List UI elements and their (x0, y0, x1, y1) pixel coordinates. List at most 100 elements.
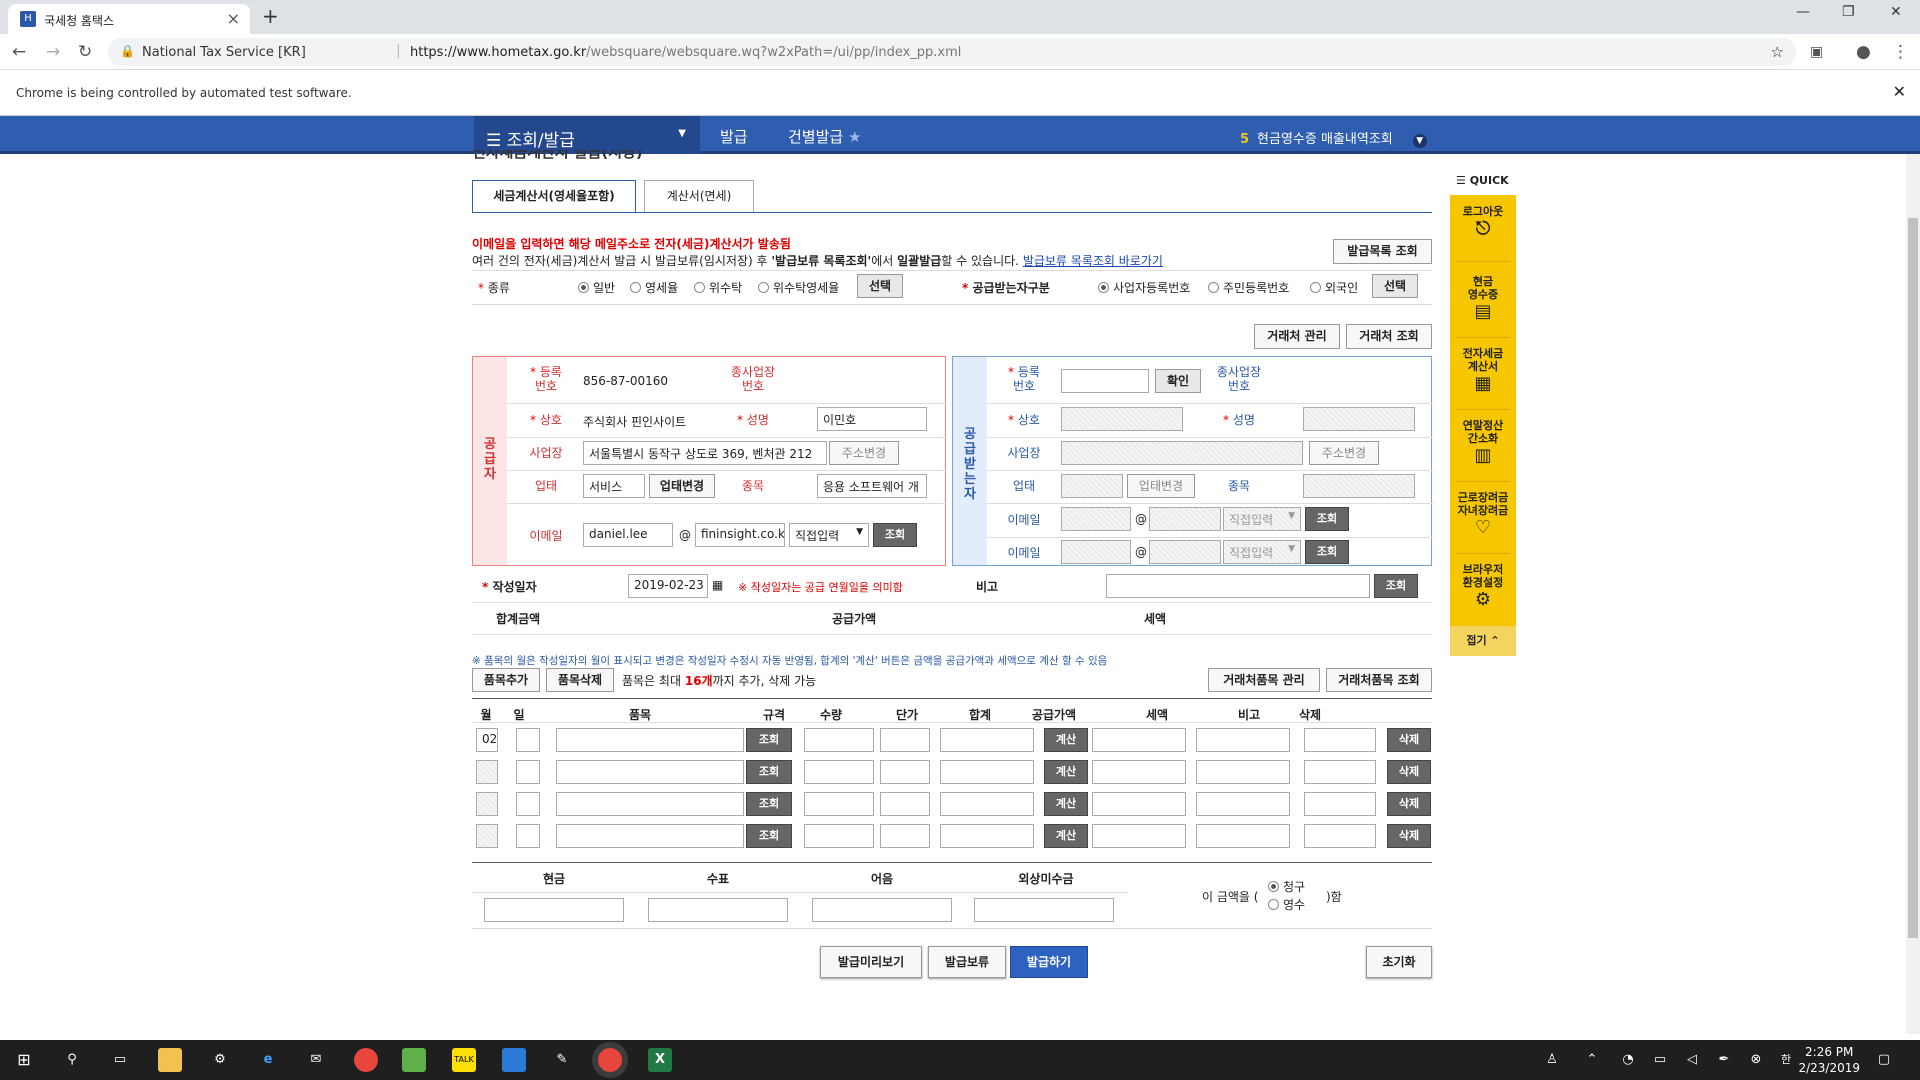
radio-receipt-icon[interactable] (1268, 899, 1279, 910)
item-day-input[interactable] (516, 792, 540, 816)
mail-icon[interactable]: ✉ (304, 1048, 328, 1072)
supplier-rep-input[interactable]: 이민호 (817, 407, 927, 431)
receiver-item-input[interactable] (1303, 474, 1415, 498)
receiver-addr-change-button[interactable]: 주소변경 (1309, 441, 1379, 465)
partner-manage-button[interactable]: 거래처 관리 (1254, 324, 1340, 349)
item-name-input[interactable] (556, 792, 744, 816)
item-remark-input[interactable] (1304, 824, 1376, 848)
radio-claim-icon[interactable] (1268, 881, 1279, 892)
vscode-icon[interactable] (502, 1048, 526, 1072)
battery-icon[interactable]: ▭ (1648, 1048, 1672, 1072)
forward-icon[interactable]: → (46, 42, 60, 62)
item-month-input[interactable]: 02 (476, 728, 498, 752)
recv-radio-resident[interactable]: 주민등록번호 (1208, 279, 1289, 296)
item-name-input[interactable] (556, 824, 744, 848)
item-day-input[interactable] (516, 728, 540, 752)
hold-list-link[interactable]: 발급보류 목록조회 바로가기 (1023, 254, 1163, 268)
item-remark-input[interactable] (1304, 760, 1376, 784)
item-calc-button[interactable]: 계산 (1044, 760, 1088, 784)
tray-chevron-icon[interactable]: ⌃ (1580, 1048, 1604, 1072)
receiver-name-input[interactable] (1061, 407, 1183, 431)
file-explorer-icon[interactable] (158, 1048, 182, 1072)
radio-general-icon[interactable] (578, 282, 589, 293)
item-spec-input[interactable] (804, 728, 874, 752)
receiver-email1-domain-input[interactable] (1149, 507, 1221, 531)
new-tab-icon[interactable]: + (262, 4, 279, 28)
tab-close-icon[interactable]: × (227, 9, 240, 28)
pay-credit-input[interactable] (974, 898, 1114, 922)
item-day-input[interactable] (516, 824, 540, 848)
item-delete-button[interactable]: 삭제 (1387, 728, 1431, 752)
kakaotalk-icon[interactable]: TALK (452, 1048, 476, 1072)
item-unit-price-input[interactable] (940, 728, 1034, 752)
supplier-biz-input[interactable]: 서비스 (583, 474, 645, 498)
quick-browser-settings[interactable]: 브라우저 환경설정 ⚙ (1450, 563, 1516, 609)
reset-button[interactable]: 초기화 (1366, 946, 1432, 978)
issue-hold-button[interactable]: 발급보류 (928, 946, 1006, 978)
minimize-icon[interactable]: — (1796, 4, 1810, 20)
item-tax-input[interactable] (1196, 728, 1290, 752)
type-radio-general[interactable]: 일반 (578, 279, 615, 296)
recv-select-button[interactable]: 선택 (1372, 274, 1418, 298)
recent-menu[interactable]: 5 현금영수증 매출내역조회 ▼ (1240, 128, 1427, 148)
item-unit-price-input[interactable] (940, 760, 1034, 784)
menu-kebab-icon[interactable]: ⋮ (1892, 42, 1909, 62)
restore-icon[interactable]: ❐ (1842, 4, 1855, 20)
reload-icon[interactable]: ↻ (78, 42, 92, 62)
partner-query-button[interactable]: 거래처 조회 (1346, 324, 1432, 349)
people-icon[interactable]: ♙ (1540, 1048, 1564, 1072)
receiver-email1-select[interactable]: 직접입력 ▼ (1223, 507, 1301, 531)
item-spec-input[interactable] (804, 792, 874, 816)
receiver-email1-id-input[interactable] (1061, 507, 1131, 531)
pay-cash-input[interactable] (484, 898, 624, 922)
quick-incentive[interactable]: 근로장려금 자녀장려금 ♡ (1450, 491, 1516, 537)
tab-invoice-exempt[interactable]: 계산서(면세) (644, 180, 754, 212)
item-calc-button[interactable]: 계산 (1044, 792, 1088, 816)
item-calc-button[interactable]: 계산 (1044, 824, 1088, 848)
item-name-input[interactable] (556, 728, 744, 752)
item-calc-button[interactable]: 계산 (1044, 728, 1088, 752)
type-select-button[interactable]: 선택 (857, 274, 903, 298)
pay-check-input[interactable] (648, 898, 788, 922)
item-unit-price-input[interactable] (940, 824, 1034, 848)
quick-e-tax-invoice[interactable]: 전자세금 계산서 ▦ (1450, 347, 1516, 393)
add-item-button[interactable]: 품목추가 (472, 668, 540, 692)
receiver-confirm-button[interactable]: 확인 (1155, 369, 1201, 393)
system-clock[interactable]: 2:26 PM 2/23/2019 (1798, 1044, 1860, 1076)
volume-icon[interactable]: ◁ (1680, 1048, 1704, 1072)
breadcrumb-single-issue[interactable]: 건별발급 ★ (788, 126, 861, 147)
windows-start-icon[interactable]: ⊞ (12, 1048, 36, 1072)
quick-year-end[interactable]: 연말정산 간소화 ▥ (1450, 419, 1516, 465)
partner-item-manage-button[interactable]: 거래처품목 관리 (1208, 668, 1320, 692)
receiver-rep-input[interactable] (1303, 407, 1415, 431)
item-delete-button[interactable]: 삭제 (1387, 760, 1431, 784)
extension-icon[interactable]: ▣ (1810, 44, 1823, 60)
recv-radio-biz[interactable]: 사업자등록번호 (1098, 279, 1190, 296)
omnibox[interactable]: 🔒 National Tax Service [KR] | https://ww… (108, 38, 1796, 66)
settings-gear-icon[interactable]: ⚙ (208, 1048, 232, 1072)
recv-radio-foreign[interactable]: 외국인 (1310, 279, 1358, 296)
notepad-icon[interactable] (402, 1048, 426, 1072)
item-month-input[interactable] (476, 792, 498, 816)
window-close-icon[interactable]: ✕ (1890, 4, 1902, 20)
item-search-button[interactable]: 조회 (746, 792, 792, 816)
item-supply-input[interactable] (1092, 760, 1186, 784)
supplier-addr-change-button[interactable]: 주소변경 (829, 441, 899, 465)
receiver-email2-domain-input[interactable] (1149, 540, 1221, 564)
radio-consign-zero-icon[interactable] (758, 282, 769, 293)
pay-bill-input[interactable] (812, 898, 952, 922)
receiver-reg-input[interactable] (1061, 369, 1149, 393)
item-tax-input[interactable] (1196, 760, 1290, 784)
pay-radio-receipt[interactable]: 영수 (1268, 896, 1305, 913)
item-qty-input[interactable] (880, 760, 930, 784)
supplier-email-id-input[interactable]: daniel.lee (583, 523, 673, 547)
supplier-biz-change-button[interactable]: 업태변경 (649, 474, 715, 498)
item-month-input[interactable] (476, 824, 498, 848)
item-spec-input[interactable] (804, 824, 874, 848)
receiver-addr-input[interactable] (1061, 441, 1303, 465)
wifi-icon[interactable]: ◔ (1616, 1048, 1640, 1072)
item-remark-input[interactable] (1304, 792, 1376, 816)
item-qty-input[interactable] (880, 728, 930, 752)
browser-tab[interactable]: H 국세청 홈택스 × (8, 4, 250, 34)
quick-cash-receipt[interactable]: 현금 영수증 ▤ (1450, 275, 1516, 321)
